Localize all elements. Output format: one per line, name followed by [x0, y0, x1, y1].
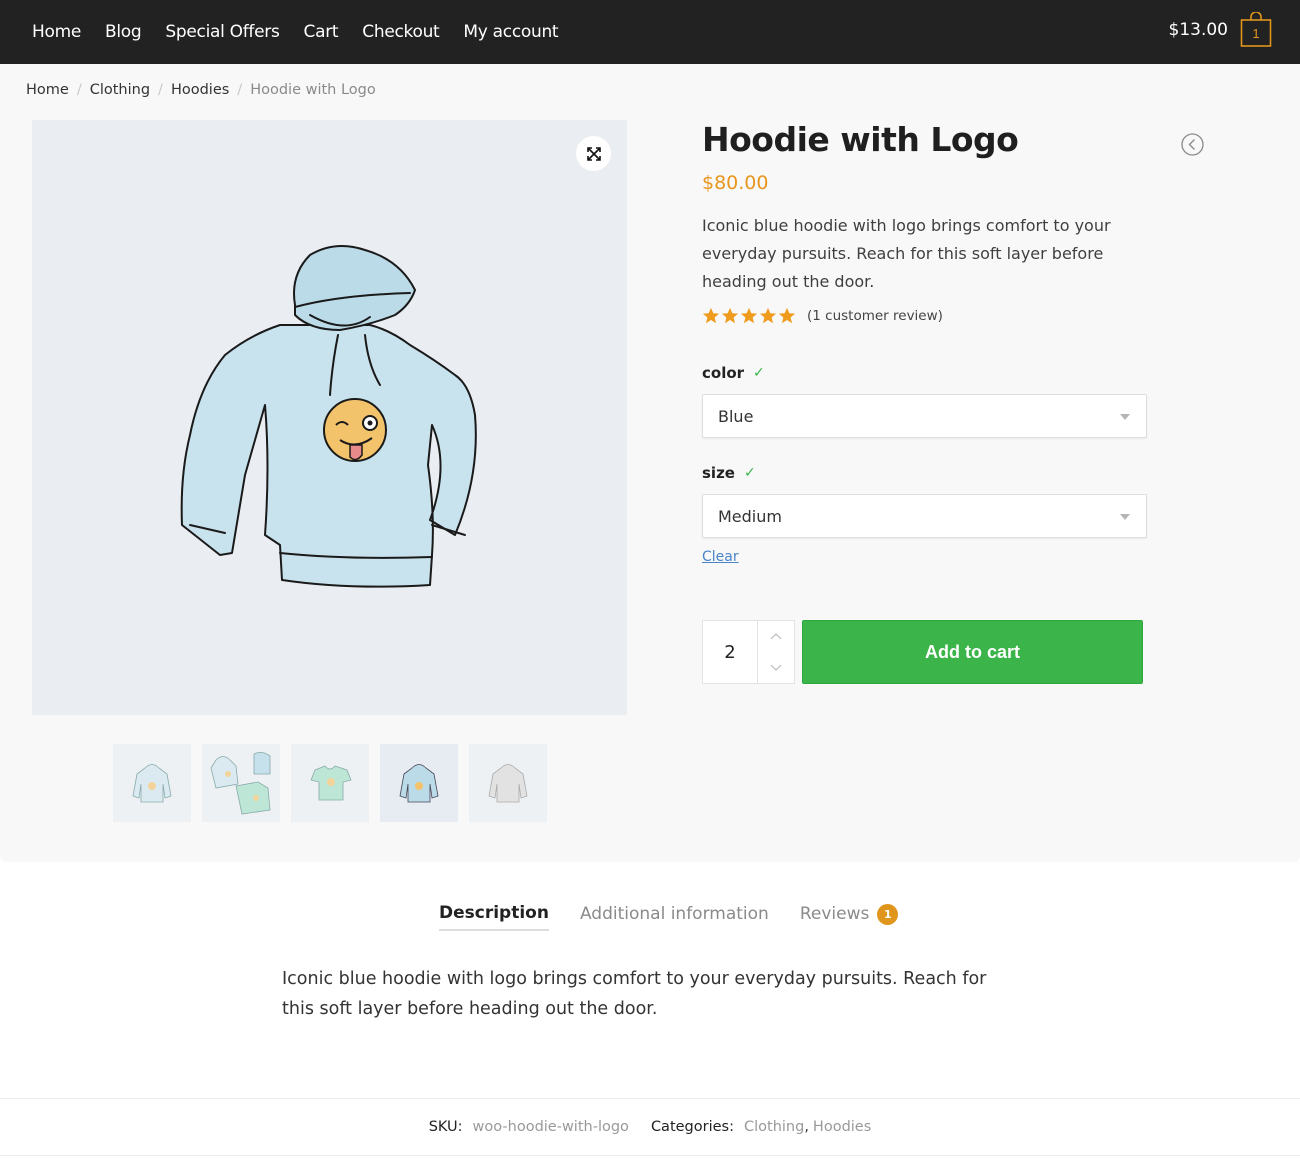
- color-select[interactable]: Blue: [702, 394, 1147, 438]
- color-selected-value: Blue: [718, 406, 754, 426]
- dropdown-caret-icon: [1120, 414, 1130, 420]
- star-icon: [778, 307, 796, 324]
- decrement-arrow-icon[interactable]: [770, 664, 782, 671]
- category-separator: ,: [804, 1119, 809, 1135]
- hoodie-thumb-icon: [399, 764, 439, 803]
- star-rating: [702, 307, 797, 325]
- product-meta: SKU: woo-hoodie-with-logo Categories: Cl…: [0, 1098, 1300, 1156]
- sku-label: SKU:: [428, 1119, 463, 1135]
- tab-reviews-label: Reviews: [799, 904, 870, 924]
- product-rating: (1 customer review): [702, 307, 943, 325]
- tab-description[interactable]: Description: [439, 903, 549, 931]
- previous-product-icon[interactable]: [1181, 133, 1204, 156]
- product-short-description: Iconic blue hoodie with logo brings comf…: [702, 216, 1111, 291]
- tshirt-thumb-icon: [310, 765, 352, 801]
- color-label: color ✓: [702, 364, 765, 382]
- breadcrumb-separator: /: [158, 82, 163, 98]
- thumbnail-hoodie-grey[interactable]: [469, 744, 547, 822]
- product-description: Iconic blue hoodie with logo brings comf…: [282, 969, 987, 1019]
- nav-checkout[interactable]: Checkout: [362, 22, 439, 42]
- breadcrumb-hoodies[interactable]: Hoodies: [171, 82, 229, 98]
- nav-home[interactable]: Home: [32, 22, 81, 42]
- size-label-text: size: [702, 464, 735, 482]
- breadcrumb: Home / Clothing / Hoodies / Hoodie with …: [26, 82, 376, 98]
- primary-nav: Home Blog Special Offers Cart Checkout M…: [32, 0, 582, 64]
- product-price: $80.00: [702, 172, 769, 194]
- dropdown-caret-icon: [1120, 514, 1130, 520]
- clear-variations-link[interactable]: Clear: [702, 549, 739, 565]
- category-link-clothing[interactable]: Clothing: [744, 1119, 804, 1135]
- size-select[interactable]: Medium: [702, 494, 1147, 538]
- cart-total: $13.00: [1168, 20, 1228, 40]
- nav-cart[interactable]: Cart: [304, 22, 339, 42]
- thumbnail-hoodie-blue-light[interactable]: [113, 744, 191, 822]
- thumbnail-tshirt-green[interactable]: [291, 744, 369, 822]
- product-title: Hoodie with Logo: [702, 120, 1019, 159]
- categories-label: Categories:: [650, 1119, 734, 1135]
- tab-additional-information-label: Additional information: [579, 904, 769, 924]
- quantity-input[interactable]: 2: [703, 621, 758, 683]
- color-label-text: color: [702, 364, 745, 382]
- expand-icon: [586, 146, 601, 161]
- site-header: Home Blog Special Offers Cart Checkout M…: [0, 0, 1300, 64]
- star-icon: [759, 307, 777, 324]
- tab-description-label: Description: [439, 903, 549, 923]
- increment-arrow-icon[interactable]: [770, 633, 782, 640]
- tab-reviews[interactable]: Reviews 1: [799, 903, 899, 931]
- categories-group: Categories: Clothing , Hoodies: [651, 1119, 871, 1135]
- customer-review-link[interactable]: (1 customer review): [807, 308, 943, 324]
- sku-group: SKU: woo-hoodie-with-logo: [429, 1119, 629, 1135]
- zoom-image-button[interactable]: [576, 136, 611, 171]
- reviews-count-badge: 1: [877, 903, 899, 925]
- breadcrumb-separator: /: [76, 82, 82, 98]
- check-icon: ✓: [743, 465, 756, 481]
- hoodie-illustration: [180, 245, 477, 588]
- breadcrumb-separator: /: [237, 82, 243, 98]
- cart-count: 1: [1252, 26, 1259, 41]
- clothing-set-thumb-icon: [210, 752, 271, 815]
- nav-blog[interactable]: Blog: [105, 22, 142, 42]
- header-cart[interactable]: $13.00 1: [1168, 11, 1272, 48]
- check-icon: ✓: [753, 365, 765, 381]
- quantity-stepper[interactable]: 2: [702, 620, 795, 684]
- star-icon: [702, 307, 720, 324]
- tab-additional-information[interactable]: Additional information: [580, 904, 769, 930]
- product-tabs: Description Additional information Revie…: [439, 903, 929, 931]
- thumbnail-gallery: [113, 744, 558, 822]
- nav-special-offers[interactable]: Special Offers: [165, 22, 279, 42]
- breadcrumb-clothing[interactable]: Clothing: [90, 82, 150, 98]
- thumbnail-hoodie-beanie-tshirt[interactable]: [202, 744, 280, 822]
- size-selected-value: Medium: [718, 506, 782, 526]
- nav-my-account[interactable]: My account: [463, 22, 558, 42]
- hoodie-thumb-icon: [132, 764, 172, 803]
- star-icon: [740, 307, 758, 324]
- star-icon: [721, 307, 739, 324]
- category-link-hoodies[interactable]: Hoodies: [813, 1119, 871, 1135]
- quantity-arrows: [758, 621, 794, 683]
- breadcrumb-current: Hoodie with Logo: [250, 82, 376, 98]
- shopping-bag-icon[interactable]: 1: [1240, 11, 1272, 48]
- sku-value: woo-hoodie-with-logo: [472, 1119, 629, 1135]
- thumbnail-hoodie-blue[interactable]: [380, 744, 458, 822]
- hoodie-thumb-icon: [488, 764, 528, 803]
- size-label: size ✓: [702, 464, 756, 482]
- breadcrumb-home[interactable]: Home: [26, 82, 69, 98]
- add-to-cart-button[interactable]: Add to cart: [802, 620, 1143, 684]
